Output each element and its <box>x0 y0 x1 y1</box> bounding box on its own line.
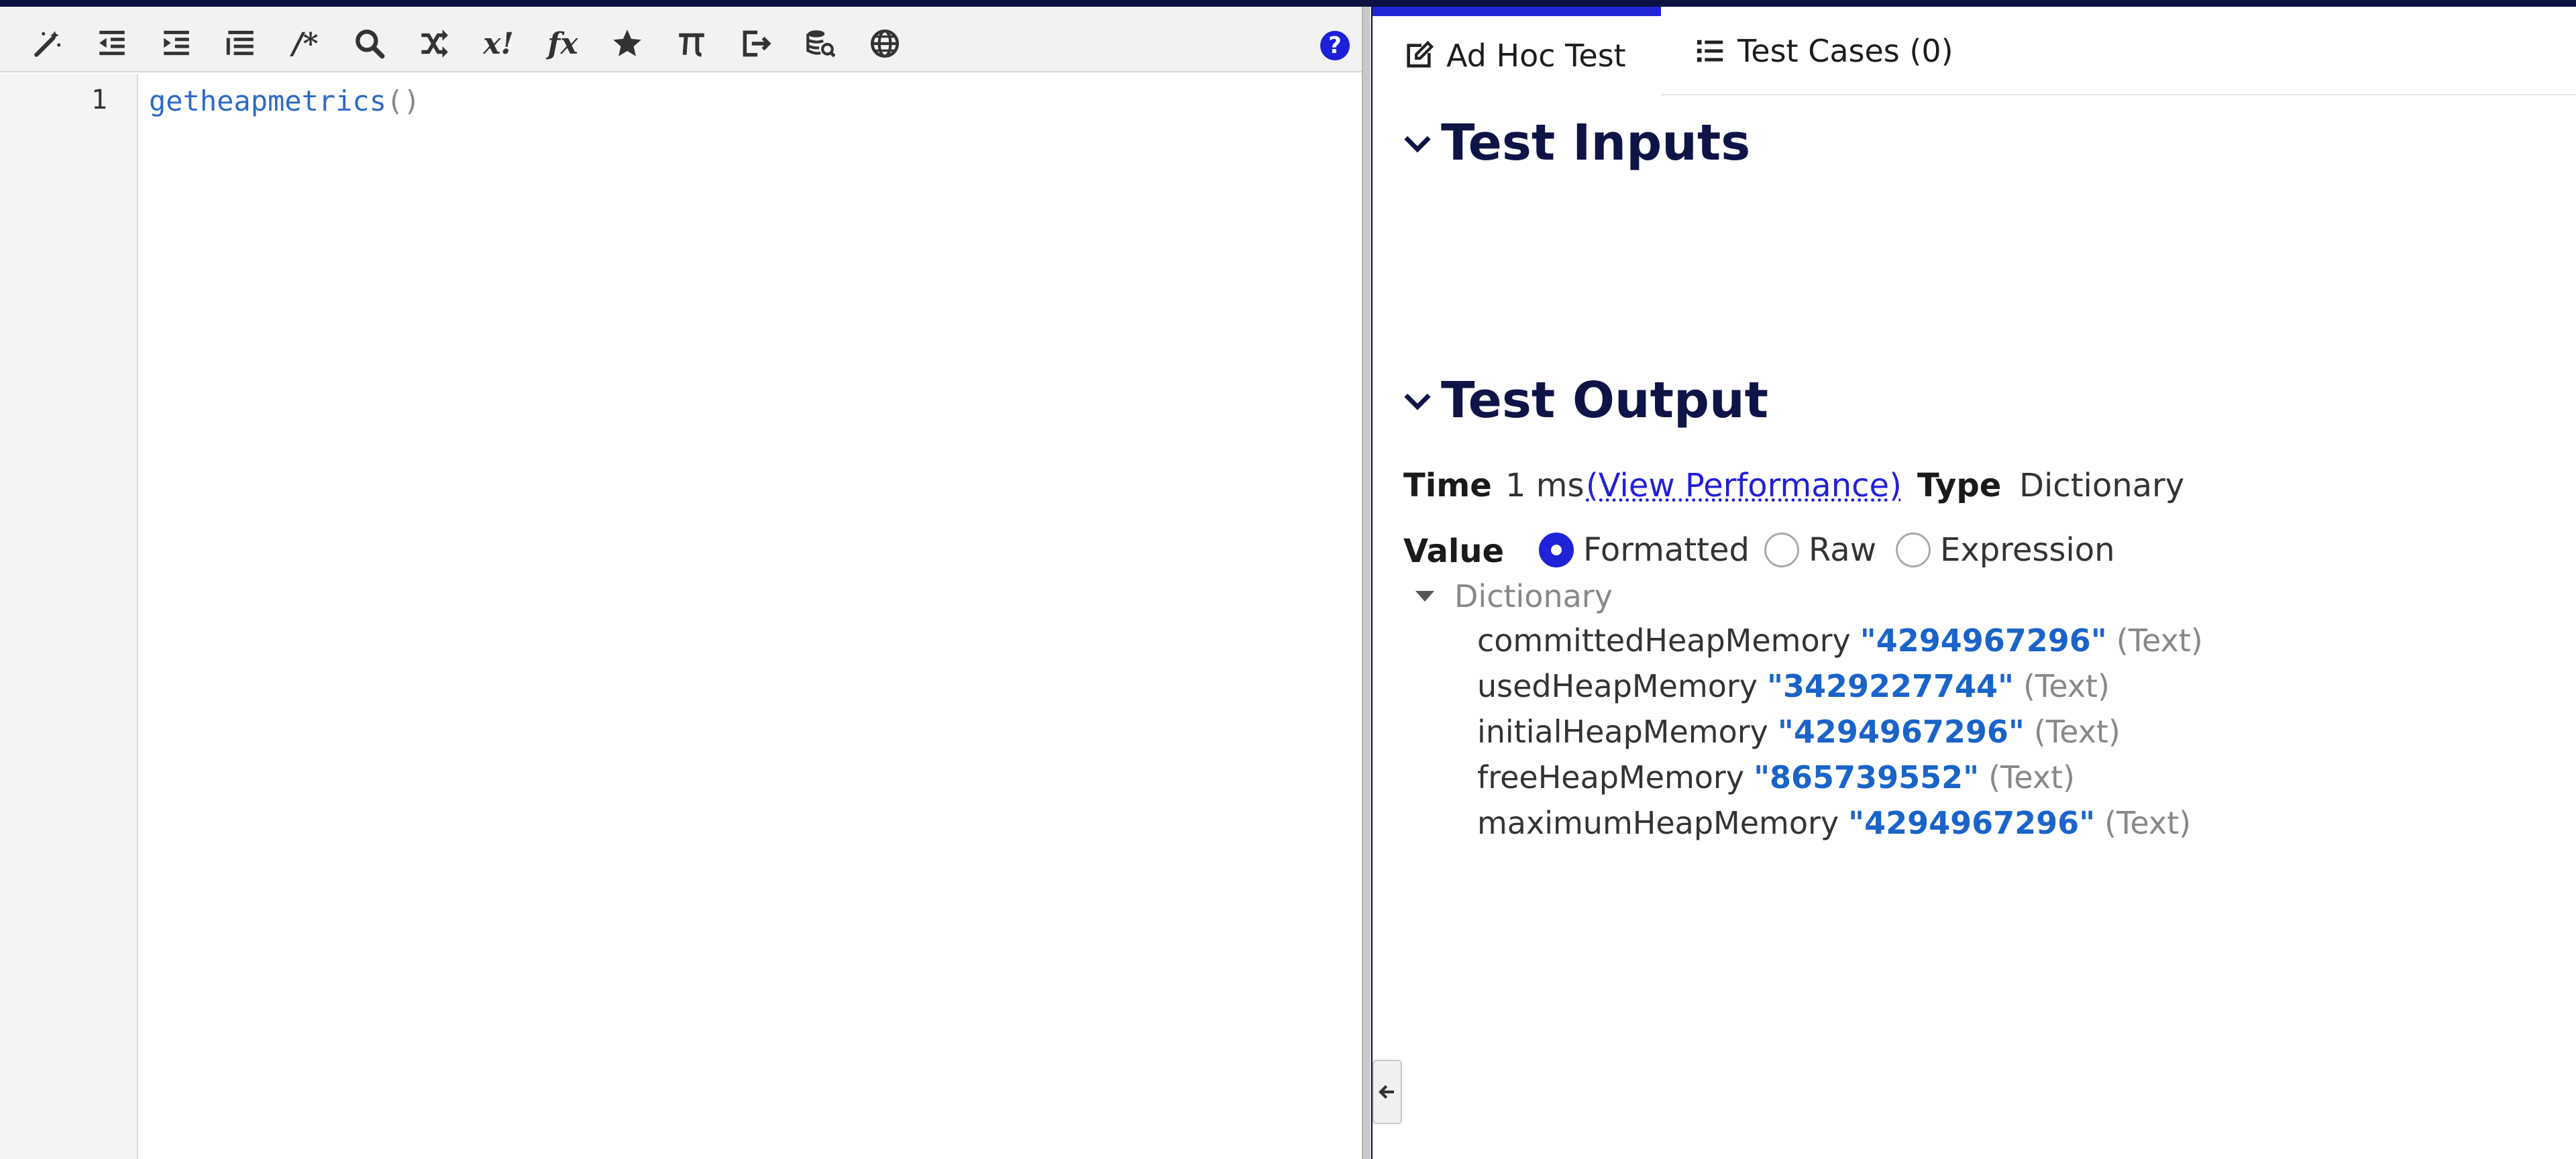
star-icon[interactable] <box>606 23 648 64</box>
tab-test-cases[interactable]: Test Cases (0) <box>1695 7 1953 95</box>
row-key: initialHeapMemory <box>1477 714 1768 750</box>
list-lines-icon[interactable] <box>220 23 262 64</box>
tab-ad-hoc-test[interactable]: Ad Hoc Test <box>1373 7 1661 95</box>
row-value: "4294967296" <box>1860 622 2107 659</box>
radio-label: Formatted <box>1583 531 1750 569</box>
test-panel: Ad Hoc Test Test Cases (0) Test Inputs T… <box>1373 7 2576 1159</box>
time-label: Time <box>1403 467 1492 504</box>
dictionary-row: maximumHeapMemory "4294967296" (Text) <box>1477 805 2191 841</box>
tab-label: Test Cases (0) <box>1737 33 1953 69</box>
radio-label: Expression <box>1940 531 2115 569</box>
radio-expression[interactable]: Expression <box>1896 531 2115 569</box>
export-icon[interactable] <box>735 23 777 64</box>
pi-icon[interactable] <box>671 23 712 64</box>
radio-circle <box>1896 533 1931 567</box>
row-key: committedHeapMemory <box>1477 622 1851 659</box>
shuffle-icon[interactable] <box>413 23 455 64</box>
caret-down-icon <box>1415 591 1434 602</box>
radio-circle <box>1764 533 1799 567</box>
row-value: "4294967296" <box>1848 805 2096 841</box>
radio-raw[interactable]: Raw <box>1764 531 1876 569</box>
line-number-gutter: 1 <box>0 74 138 1159</box>
indent-icon[interactable] <box>156 23 197 64</box>
search-icon[interactable] <box>349 23 390 64</box>
row-value: "3429227744" <box>1766 668 2014 704</box>
type-value: Dictionary <box>2019 467 2185 504</box>
row-value: "865739552" <box>1754 759 1980 795</box>
chevron-down-icon <box>1404 393 1431 410</box>
outdent-icon[interactable] <box>91 23 133 64</box>
code-line[interactable]: getheapmetrics() <box>149 85 421 117</box>
expression-editor: /* x! fx ? 1 getheapmetrics() <box>0 7 1362 1159</box>
row-type: (Text) <box>2104 805 2192 841</box>
arrow-left-icon <box>1378 1085 1394 1099</box>
row-key: maximumHeapMemory <box>1477 805 1839 841</box>
code-parens: () <box>386 85 421 117</box>
time-value: 1 ms <box>1505 467 1585 504</box>
magic-wand-icon[interactable] <box>27 23 68 64</box>
dictionary-row: committedHeapMemory "4294967296" (Text) <box>1477 622 2203 659</box>
row-type: (Text) <box>2023 668 2110 704</box>
row-key: usedHeapMemory <box>1477 668 1758 704</box>
radio-label: Raw <box>1809 531 1876 569</box>
dictionary-toggle[interactable]: Dictionary <box>1415 578 1613 614</box>
x-bang-icon[interactable]: x! <box>478 23 519 64</box>
radio-formatted[interactable]: Formatted <box>1539 531 1750 569</box>
database-search-icon[interactable] <box>800 23 841 64</box>
test-inputs-header[interactable]: Test Inputs <box>1402 114 1750 172</box>
line-number: 1 <box>91 85 107 115</box>
type-label: Type <box>1917 467 2002 504</box>
collapse-panel-button[interactable] <box>1373 1060 1402 1124</box>
globe-icon[interactable] <box>864 23 906 64</box>
section-title: Test Inputs <box>1441 114 1751 172</box>
chevron-down-icon <box>1404 135 1431 153</box>
section-title: Test Output <box>1441 372 1769 429</box>
help-icon[interactable]: ? <box>1320 31 1350 60</box>
row-key: freeHeapMemory <box>1477 759 1745 795</box>
dictionary-row: freeHeapMemory "865739552" (Text) <box>1477 759 2075 795</box>
function-icon[interactable]: fx <box>542 23 584 64</box>
editor-toolbar: /* x! fx ? <box>0 7 1362 72</box>
pane-splitter[interactable] <box>1362 7 1371 1159</box>
value-label: Value <box>1403 533 1505 570</box>
row-value: "4294967296" <box>1777 714 2025 750</box>
row-type: (Text) <box>2116 622 2203 659</box>
row-type: (Text) <box>1988 759 2075 795</box>
test-output-header[interactable]: Test Output <box>1402 372 1768 429</box>
dictionary-row: usedHeapMemory "3429227744" (Text) <box>1477 668 2110 704</box>
edit-icon <box>1407 40 1434 68</box>
code-function: getheapmetrics <box>149 85 387 117</box>
dictionary-row: initialHeapMemory "4294967296" (Text) <box>1477 714 2121 750</box>
list-icon <box>1697 40 1723 62</box>
test-tabs: Ad Hoc Test Test Cases (0) <box>1373 7 2576 95</box>
row-type: (Text) <box>2033 714 2121 750</box>
view-performance-link[interactable]: (View Performance) <box>1586 467 1902 504</box>
radio-circle <box>1539 533 1574 567</box>
tab-label: Ad Hoc Test <box>1446 38 1626 74</box>
comment-icon[interactable]: /* <box>284 23 326 64</box>
dictionary-label: Dictionary <box>1454 578 1613 614</box>
